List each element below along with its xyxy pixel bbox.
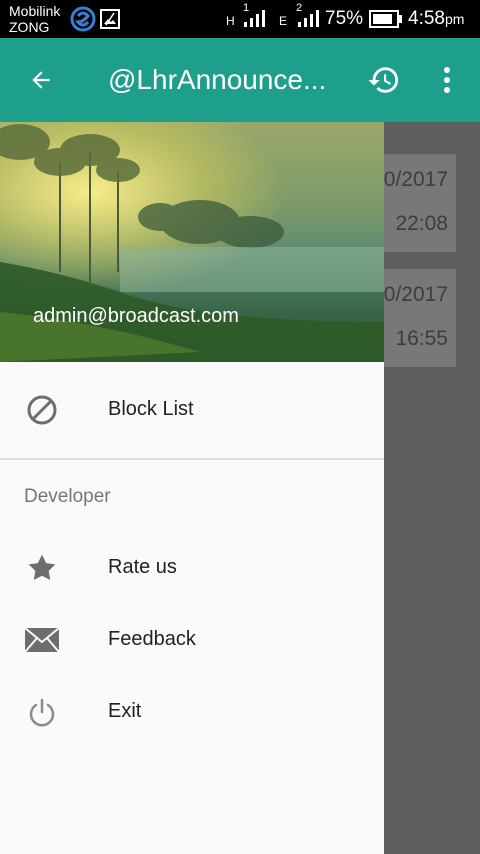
signal-icon xyxy=(296,8,320,33)
drawer-item-label: Block List xyxy=(108,398,194,420)
navigation-drawer: admin@broadcast.com Block List Developer… xyxy=(0,122,384,854)
more-vert-icon xyxy=(444,67,450,93)
message-date: 0/2017 xyxy=(383,283,448,306)
toolbar-title: @LhrAnnounce... xyxy=(108,64,327,95)
signal-icon xyxy=(242,8,266,33)
drawer-item-label: Exit xyxy=(108,700,142,722)
battery-percent: 75% xyxy=(325,8,364,29)
drawer-item-label: Feedback xyxy=(108,628,196,650)
account-email: admin@broadcast.com xyxy=(33,305,239,327)
history-icon xyxy=(368,67,399,93)
block-icon xyxy=(24,392,60,428)
battery-icon xyxy=(369,10,403,33)
toolbar: @LhrAnnounce... xyxy=(0,38,480,122)
status-bar: Mobilink ZONG H 1 E 2 75% 4:58pm xyxy=(0,0,480,38)
more-options-button[interactable] xyxy=(427,60,467,100)
back-button[interactable] xyxy=(21,60,61,100)
sim2-network-type: E xyxy=(279,14,288,28)
section-header-developer: Developer xyxy=(24,486,111,507)
history-button[interactable] xyxy=(364,60,404,100)
drawer-item-rate-us[interactable]: Rate us xyxy=(0,532,384,604)
carrier-name: Mobilink ZONG xyxy=(9,3,61,35)
arrow-back-icon xyxy=(32,71,50,89)
drawer-item-block-list[interactable]: Block List xyxy=(0,374,384,446)
drawer-item-exit[interactable]: Exit xyxy=(0,676,384,748)
sim1-network-type: H xyxy=(226,14,235,28)
message-date: 0/2017 xyxy=(383,168,448,191)
message-time: 22:08 xyxy=(395,212,448,235)
message-time: 16:55 xyxy=(395,327,448,350)
star-icon xyxy=(24,550,60,586)
drawer-item-feedback[interactable]: Feedback xyxy=(0,604,384,676)
mail-icon xyxy=(24,622,60,658)
clock: 4:58pm xyxy=(408,8,465,29)
drawer-item-label: Rate us xyxy=(108,556,177,578)
image-notification-icon xyxy=(100,9,120,34)
drawer-header: admin@broadcast.com xyxy=(0,122,384,362)
app-notification-icon xyxy=(70,6,96,37)
power-icon xyxy=(24,694,60,730)
divider xyxy=(0,458,384,460)
